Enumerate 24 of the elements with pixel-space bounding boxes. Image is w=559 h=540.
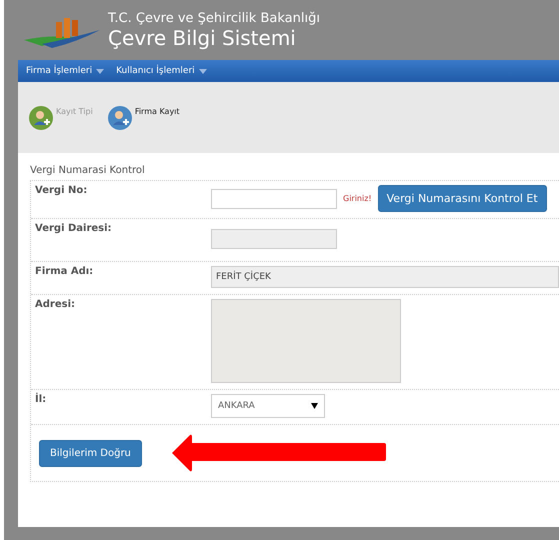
caret-icon — [96, 68, 104, 74]
check-button[interactable]: Vergi Numarasını Kontrol Et — [378, 185, 547, 212]
caret-icon — [198, 68, 207, 74]
step-label[interactable]: Firma Kayıt — [134, 106, 180, 116]
caret-icon — [311, 403, 318, 409]
field-label: İl: — [35, 394, 48, 407]
field-label: Vergi No: — [35, 185, 88, 198]
company-name-field[interactable]: FERİT ÇİÇEK — [211, 266, 559, 288]
address-field[interactable] — [211, 299, 401, 383]
nav-menu-item[interactable]: Firma İşlemleri — [26, 66, 104, 76]
field-label: Firma Adı: — [35, 266, 94, 279]
add-user-icon[interactable] — [28, 104, 54, 130]
field-label: Vergi Dairesi: — [35, 223, 113, 236]
tax-number-field[interactable] — [211, 188, 337, 208]
confirm-button[interactable]: Bilgilerim Doğru — [39, 440, 142, 466]
ministry-title: T.C. Çevre ve Şehircilik Bakanlığı — [108, 10, 320, 26]
form-title: Vergi Numarasi Kontrol — [30, 165, 146, 176]
system-title: Çevre Bilgi Sistemi — [108, 26, 297, 50]
tax-office-field[interactable] — [211, 229, 337, 249]
field-label: Adresi: — [35, 299, 76, 312]
nav-menu-item[interactable]: Kullanıcı İşlemleri — [116, 66, 207, 76]
add-user-icon[interactable] — [106, 104, 133, 130]
hint-text: Giriniz! — [343, 194, 372, 203]
city-dropdown[interactable]: ANKARA — [211, 394, 325, 418]
